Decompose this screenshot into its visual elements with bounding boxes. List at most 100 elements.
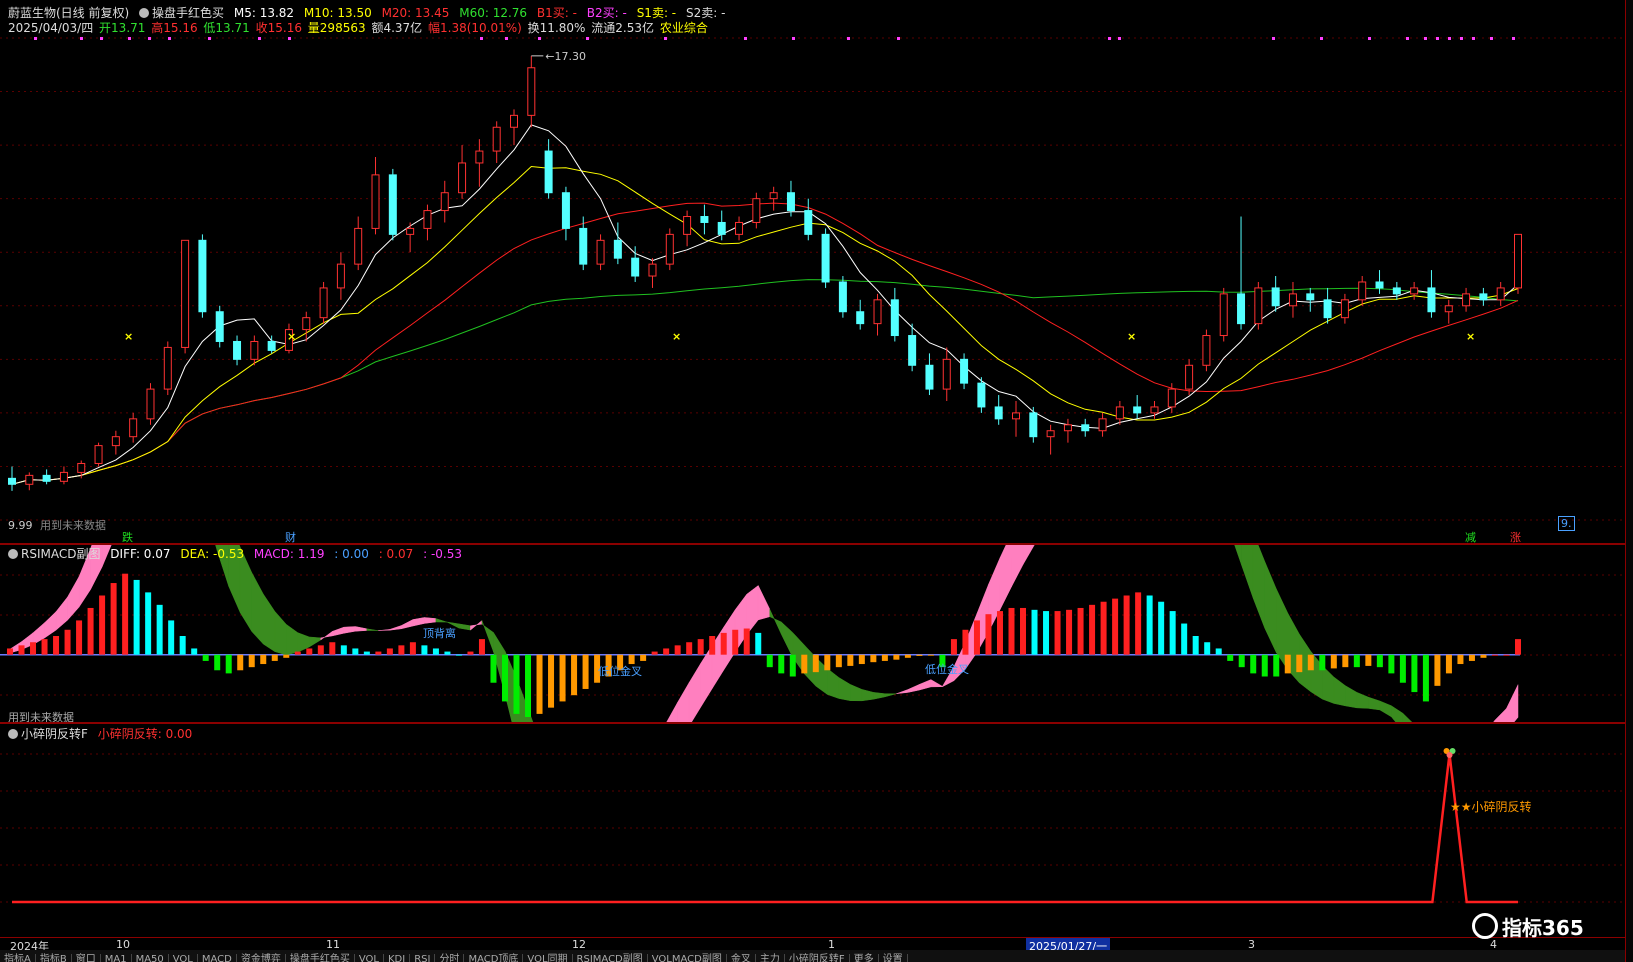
taskbar-item-5[interactable]: VOL (168, 954, 198, 962)
macd-bar (1491, 654, 1498, 656)
taskbar-item-12[interactable]: 分时 (435, 954, 465, 962)
taskbar-item-21[interactable]: 设置 (878, 954, 908, 962)
taskbar-item-14[interactable]: VOL同期 (523, 954, 573, 962)
macd-bar (789, 654, 796, 677)
taskbar-item-17[interactable]: 金叉 (726, 954, 756, 962)
taskbar-item-18[interactable]: 主力 (755, 954, 785, 962)
macd-ribbon (677, 681, 690, 722)
macd-bar (1273, 654, 1280, 677)
main-chart-svg[interactable]: ←17.30 × × × × × (0, 0, 1625, 543)
gear-icon[interactable] (8, 729, 18, 739)
macd-bar (582, 654, 589, 689)
reversal-title[interactable]: 小碎阴反转F (8, 727, 88, 741)
taskbar-item-13[interactable]: MACD顶底 (464, 954, 524, 962)
candle-body (458, 162, 467, 194)
right-scale[interactable] (1625, 0, 1633, 962)
macd-bar (363, 651, 370, 655)
candle-body (1167, 388, 1176, 408)
gear-icon[interactable] (139, 8, 150, 18)
macd-ribbon (401, 619, 414, 630)
macd-bar (962, 629, 969, 655)
macd-bar (847, 654, 854, 666)
candle-body (250, 340, 259, 360)
macd-bar (122, 573, 129, 655)
candle-body (111, 436, 120, 447)
signal-dot (100, 37, 103, 40)
candle-body (804, 210, 813, 235)
macd-ribbon (263, 593, 276, 653)
macd-bar (478, 639, 485, 655)
macd-ribbon (1368, 696, 1381, 711)
rsimacd-svg[interactable] (0, 545, 1625, 722)
signal-dot (480, 37, 483, 40)
rsimacd-title[interactable]: RSIMACD副图 (8, 547, 100, 561)
volume-value: 量298563 (307, 21, 366, 35)
macd-bar (260, 654, 267, 665)
sell-signal-icon: × (672, 330, 681, 343)
macd-bar (812, 654, 819, 673)
taskbar-item-1[interactable]: 指标B (35, 954, 72, 962)
taskbar-item-3[interactable]: MA1 (100, 954, 132, 962)
sector-value[interactable]: 农业综合 (660, 21, 708, 35)
low-price-label: 9.99 用到未来数据 (8, 517, 106, 533)
taskbar-item-20[interactable]: 更多 (849, 954, 879, 962)
candle-body (925, 364, 934, 390)
macd-bar (237, 654, 244, 671)
taskbar-item-2[interactable]: 窗口 (71, 954, 101, 962)
x-axis[interactable]: 2024年 10 11 12 1 2025/01/27/一 3 4 (0, 937, 1625, 954)
candle-body (1115, 406, 1124, 420)
macd-ribbon (907, 683, 920, 693)
macd-bar (41, 639, 48, 655)
reversal-svg[interactable] (0, 724, 1625, 937)
signal-dot (1368, 37, 1371, 40)
candle-body (683, 216, 692, 235)
macd-bar (53, 636, 60, 655)
candle-body (596, 239, 605, 265)
open-value: 开13.71 (99, 21, 146, 35)
taskbar-item-7[interactable]: 资金博弈 (236, 954, 286, 962)
candle-body (319, 287, 328, 319)
signal-dot (208, 37, 211, 40)
taskbar-item-0[interactable]: 指标A (0, 954, 36, 962)
candle-body (700, 216, 709, 223)
candle-body (942, 358, 951, 390)
taskbar-item-4[interactable]: MA50 (131, 954, 169, 962)
taskbar-item-9[interactable]: VOL (354, 954, 384, 962)
macd-bar (1066, 609, 1073, 655)
sell-signal-icon: × (287, 330, 296, 343)
signal-dot (1272, 37, 1275, 40)
candle-body (579, 227, 588, 265)
macd-ribbon (1322, 665, 1335, 704)
macd-bar (824, 654, 831, 671)
taskbar-item-19[interactable]: 小碎阴反转F (784, 954, 850, 962)
taskbar-item-15[interactable]: RSIMACD副图 (572, 954, 648, 962)
macd-bar (1100, 601, 1107, 655)
turnover-value: 换11.80% (527, 21, 586, 35)
macd-bar (7, 648, 13, 655)
macd-bar (916, 654, 923, 656)
candle-body (631, 257, 640, 277)
candle-body (406, 227, 415, 235)
macd-bar (709, 636, 716, 655)
candle-body (1029, 412, 1038, 438)
taskbar-item-6[interactable]: MACD (197, 954, 237, 962)
taskbar-item-16[interactable]: VOLMACD副图 (647, 954, 727, 962)
ma20-value: M20: 13.45 (381, 6, 450, 20)
taskbar-item-8[interactable]: 操盘手红色买 (285, 954, 355, 962)
macd-bar (99, 595, 106, 655)
signal-dot (897, 37, 900, 40)
indicator-name[interactable]: 操盘手红色买 (139, 6, 224, 20)
taskbar-item-10[interactable]: KDJ (383, 954, 411, 962)
signal-dot (148, 37, 151, 40)
reversal-line (12, 753, 1518, 904)
stock-title[interactable]: 蔚蓝生物(日线 前复权) (8, 6, 129, 20)
macd-bar (1169, 611, 1176, 655)
macd-bar (1399, 654, 1406, 683)
gear-icon[interactable] (8, 549, 18, 559)
taskbar-item-11[interactable]: RSI (410, 954, 436, 962)
macd-bar (1342, 654, 1349, 668)
candle-body (423, 210, 432, 229)
date-value: 2025/04/03/四 (8, 21, 94, 35)
macd-bar (87, 607, 94, 655)
macd-bar (179, 636, 186, 655)
